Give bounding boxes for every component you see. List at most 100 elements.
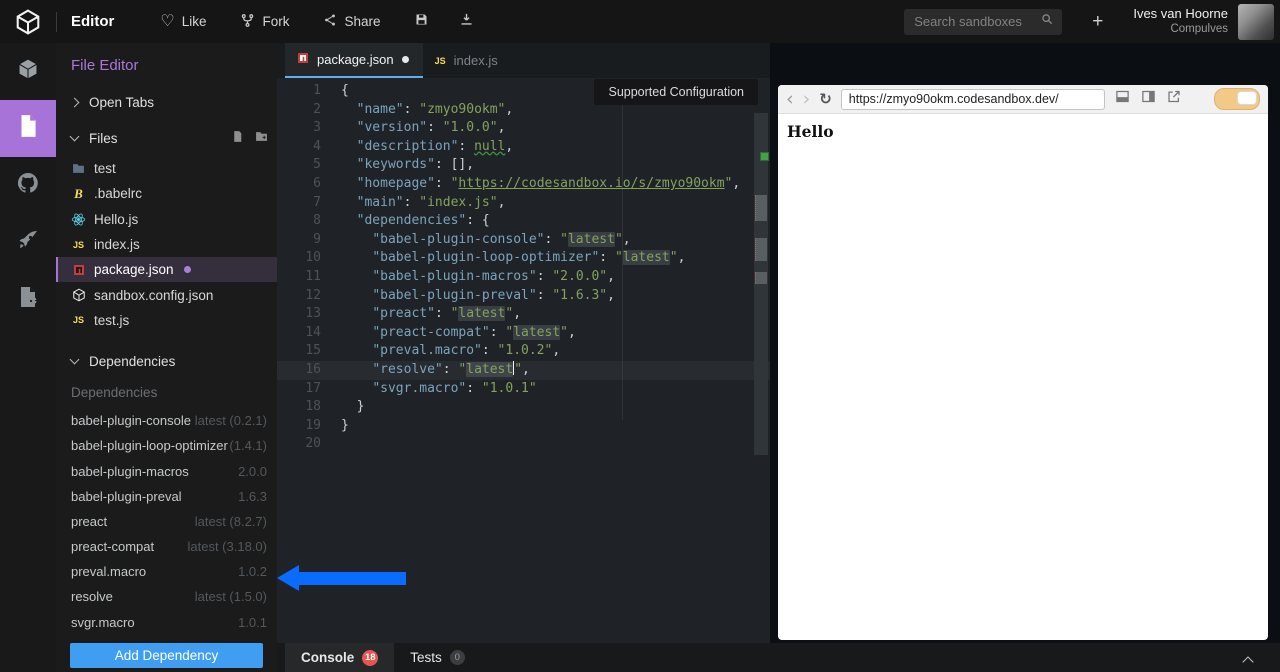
code-line[interactable]: 18 } xyxy=(277,398,770,417)
file-item-index.js[interactable]: JSindex.js xyxy=(56,232,277,257)
file-item-sandbox.config.json[interactable]: sandbox.config.json xyxy=(56,282,277,307)
code-token: : { xyxy=(466,213,489,228)
search-input[interactable] xyxy=(912,13,1040,30)
code-token: "resolve" xyxy=(372,362,442,377)
dependencies-section[interactable]: Dependencies xyxy=(71,353,277,369)
forward-button[interactable]: › xyxy=(803,90,811,109)
files-label: Files xyxy=(89,131,118,146)
code-line[interactable]: 19} xyxy=(277,417,770,436)
code-text: "version": "1.0.0", xyxy=(321,119,505,138)
fork-button[interactable]: Fork xyxy=(240,13,289,31)
user-info[interactable]: Ives van Hoorne Compulves xyxy=(1133,6,1228,37)
dependency-item-preact[interactable]: latest (8.2.7)preact xyxy=(56,509,277,534)
dependency-item-babel-plugin-macros[interactable]: 2.0.0babel-plugin-macros xyxy=(56,458,277,483)
dependency-item-preact-compat[interactable]: latest (3.18.0)preact-compat xyxy=(56,534,277,559)
rail-item-sandbox-info[interactable] xyxy=(0,43,56,100)
file-item-.babelrc[interactable]: B.babelrc xyxy=(56,181,277,206)
code-token: : xyxy=(443,362,459,377)
expand-console-button[interactable] xyxy=(1244,653,1252,671)
code-line[interactable]: 13 "preact": "latest", xyxy=(277,305,770,324)
dependency-item-babel-plugin-loop-optimizer[interactable]: latest (1.4.1)babel-plugin-loop-optimize… xyxy=(56,433,277,458)
file-item-package.json[interactable]: package.json xyxy=(56,257,277,282)
open-external-icon[interactable] xyxy=(1166,89,1182,109)
new-folder-icon[interactable] xyxy=(254,130,269,146)
code-text: "dependencies": { xyxy=(321,212,490,231)
code-token xyxy=(341,288,372,303)
page-title: Editor xyxy=(71,13,114,30)
panel-title: File Editor xyxy=(71,57,277,74)
dependency-name: preval.macro xyxy=(71,564,148,579)
refresh-button[interactable]: ↻ xyxy=(819,92,832,107)
code-line[interactable]: 11 "babel-plugin-macros": "2.0.0", xyxy=(277,268,770,287)
codesandbox-logo-icon[interactable] xyxy=(0,9,56,35)
line-number: 5 xyxy=(277,156,321,175)
code-text: "babel-plugin-loop-optimizer": "latest", xyxy=(321,249,685,268)
code-token: , xyxy=(552,343,560,358)
code-line[interactable]: 14 "preact-compat": "latest", xyxy=(277,324,770,343)
save-button[interactable] xyxy=(414,12,429,32)
code-token: : xyxy=(482,343,498,358)
preview-pane: ‹ › ↻ Hello xyxy=(770,43,1280,643)
editor-scrollbar[interactable] xyxy=(754,113,768,455)
tab-index-js[interactable]: JS index.js xyxy=(423,43,512,78)
codesandbox-cube-icon xyxy=(16,57,40,86)
download-button[interactable] xyxy=(459,12,474,32)
code-line[interactable]: 9 "babel-plugin-console": "latest", xyxy=(277,231,770,250)
code-token: "svgr.macro" xyxy=(372,381,466,396)
code-token: "preact-compat" xyxy=(372,325,489,340)
url-input[interactable] xyxy=(841,89,1105,110)
dependency-item-svgr.macro[interactable]: 1.0.1svgr.macro xyxy=(56,610,277,635)
code-line[interactable]: 17 "svgr.macro": "1.0.1" xyxy=(277,380,770,399)
code-token: "1.0.0" xyxy=(443,120,498,135)
new-file-icon[interactable] xyxy=(231,130,244,146)
code-token: : xyxy=(466,381,482,396)
code-line[interactable]: 7 "main": "index.js", xyxy=(277,194,770,213)
code-line[interactable]: 16 "resolve": "latest", xyxy=(277,361,770,380)
code-line[interactable]: 6 "homepage": "https://codesandbox.io/s/… xyxy=(277,175,770,194)
tab-console[interactable]: Console 18 xyxy=(285,643,394,672)
back-button[interactable]: ‹ xyxy=(786,90,794,109)
line-number: 17 xyxy=(277,380,321,399)
avatar[interactable] xyxy=(1238,4,1274,40)
code-text: { xyxy=(321,82,349,101)
code-line[interactable]: 3 "version": "1.0.0", xyxy=(277,119,770,138)
preview-toggle[interactable] xyxy=(1214,88,1260,110)
dependency-item-babel-plugin-preval[interactable]: 1.6.3babel-plugin-preval xyxy=(56,484,277,509)
fork-icon xyxy=(240,13,255,31)
rail-item-github[interactable] xyxy=(0,157,56,214)
dependency-item-resolve[interactable]: latest (1.5.0)resolve xyxy=(56,584,277,609)
new-sandbox-button[interactable]: + xyxy=(1092,11,1103,33)
files-section[interactable]: Files xyxy=(71,130,277,146)
code-line[interactable]: 20 xyxy=(277,435,770,454)
code-line[interactable]: 5 "keywords": [], xyxy=(277,156,770,175)
share-button[interactable]: Share xyxy=(323,13,380,30)
split-horizontal-icon[interactable] xyxy=(1114,89,1131,109)
code-token: " xyxy=(560,232,568,247)
dependency-item-preval.macro[interactable]: 1.0.2preval.macro xyxy=(56,559,277,584)
rail-item-file-editor[interactable] xyxy=(0,100,56,157)
code-token: : xyxy=(537,288,553,303)
code-token: } xyxy=(341,418,349,433)
rail-item-deployment[interactable] xyxy=(0,214,56,271)
dependency-item-babel-plugin-console[interactable]: latest (0.2.1)babel-plugin-console xyxy=(56,408,277,433)
code-line[interactable]: 10 "babel-plugin-loop-optimizer": "lates… xyxy=(277,249,770,268)
code-line[interactable]: 8 "dependencies": { xyxy=(277,212,770,231)
like-button[interactable]: ♡ Like xyxy=(160,14,206,30)
file-item-test[interactable]: test xyxy=(56,156,277,181)
line-number: 14 xyxy=(277,324,321,343)
add-dependency-button[interactable]: Add Dependency xyxy=(70,643,263,668)
file-item-label: package.json xyxy=(94,262,174,277)
split-vertical-icon[interactable] xyxy=(1140,89,1157,109)
open-tabs-section[interactable]: Open Tabs xyxy=(71,94,277,110)
code-line[interactable]: 15 "preval.macro": "1.0.2", xyxy=(277,342,770,361)
tab-package-json[interactable]: package.json xyxy=(285,43,423,78)
file-item-Hello.js[interactable]: Hello.js xyxy=(56,207,277,232)
tab-tests[interactable]: Tests 0 xyxy=(394,643,481,672)
code-token: "index.js" xyxy=(419,195,497,210)
line-number: 19 xyxy=(277,417,321,436)
code-area[interactable]: 1{2 "name": "zmyo90okm",3 "version": "1.… xyxy=(277,78,770,647)
file-item-test.js[interactable]: JStest.js xyxy=(56,308,277,333)
code-line[interactable]: 12 "babel-plugin-preval": "1.6.3", xyxy=(277,287,770,306)
rail-item-live-settings[interactable] xyxy=(0,271,56,328)
code-line[interactable]: 4 "description": null, xyxy=(277,138,770,157)
